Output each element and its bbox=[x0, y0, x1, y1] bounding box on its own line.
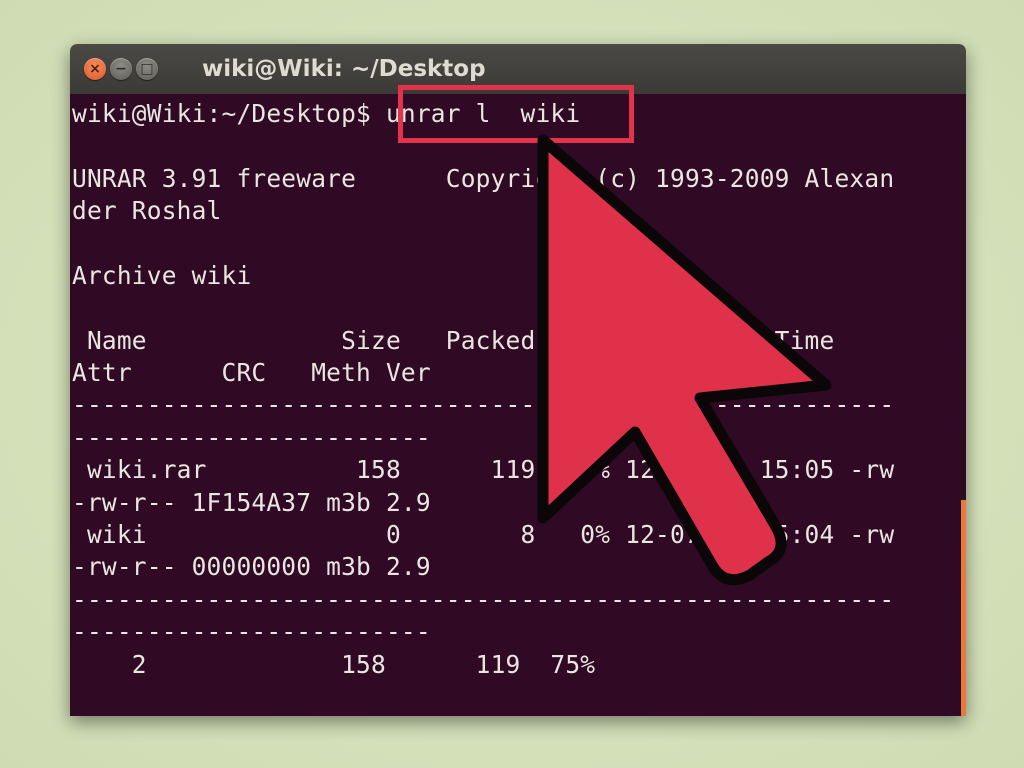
maximize-button[interactable]: □ bbox=[136, 58, 158, 80]
window-title: wiki@Wiki: ~/Desktop bbox=[202, 56, 486, 82]
table-row: wiki 0 8 0% 12-07-15 15:04 -rw bbox=[72, 520, 895, 549]
output-line: Archive wiki bbox=[72, 261, 252, 290]
separator-line: ------------------------ bbox=[72, 617, 431, 646]
minimize-icon: − bbox=[115, 61, 127, 77]
output-line: der Roshal bbox=[72, 196, 222, 225]
close-icon: × bbox=[89, 61, 101, 77]
separator-line: ----------------------------------------… bbox=[72, 390, 895, 419]
table-row: wiki.rar 158 119 70% 12-07-15 15:05 -rw bbox=[72, 455, 895, 484]
minimize-button[interactable]: − bbox=[110, 58, 132, 80]
table-header: Attr CRC Meth Ver bbox=[72, 358, 431, 387]
maximize-icon: □ bbox=[140, 61, 154, 77]
scrollbar[interactable] bbox=[961, 500, 966, 716]
totals-row: 2 158 119 75% bbox=[72, 650, 596, 679]
separator-line: ----------------------------------------… bbox=[72, 585, 895, 614]
terminal-window: × − □ wiki@Wiki: ~/Desktop wiki@Wiki:~/D… bbox=[70, 44, 966, 716]
terminal-output[interactable]: wiki@Wiki:~/Desktop$ unrar l wiki UNRAR … bbox=[70, 94, 966, 716]
table-row: -rw-r-- 00000000 m3b 2.9 bbox=[72, 552, 431, 581]
output-line: UNRAR 3.91 freeware Copyright (c) 1993-2… bbox=[72, 164, 895, 193]
table-row: -rw-r-- 1F154A37 m3b 2.9 bbox=[72, 488, 431, 517]
close-button[interactable]: × bbox=[84, 58, 106, 80]
table-header: Name Size Packed Ratio Date Time bbox=[72, 326, 835, 355]
command-highlight-box bbox=[398, 85, 634, 143]
separator-line: ------------------------ bbox=[72, 423, 431, 452]
